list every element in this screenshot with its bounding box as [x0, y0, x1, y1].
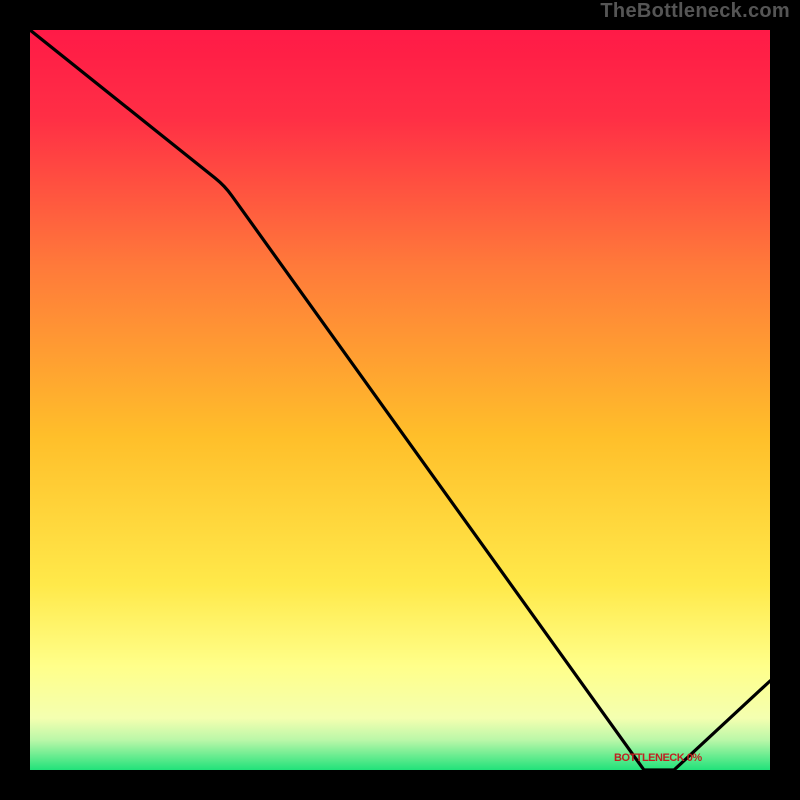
bottleneck-zero-marker: BOTTLENECK 0% — [614, 752, 702, 764]
watermark-text: TheBottleneck.com — [600, 0, 790, 23]
bottleneck-chart — [0, 0, 800, 800]
plot-area — [30, 30, 770, 770]
